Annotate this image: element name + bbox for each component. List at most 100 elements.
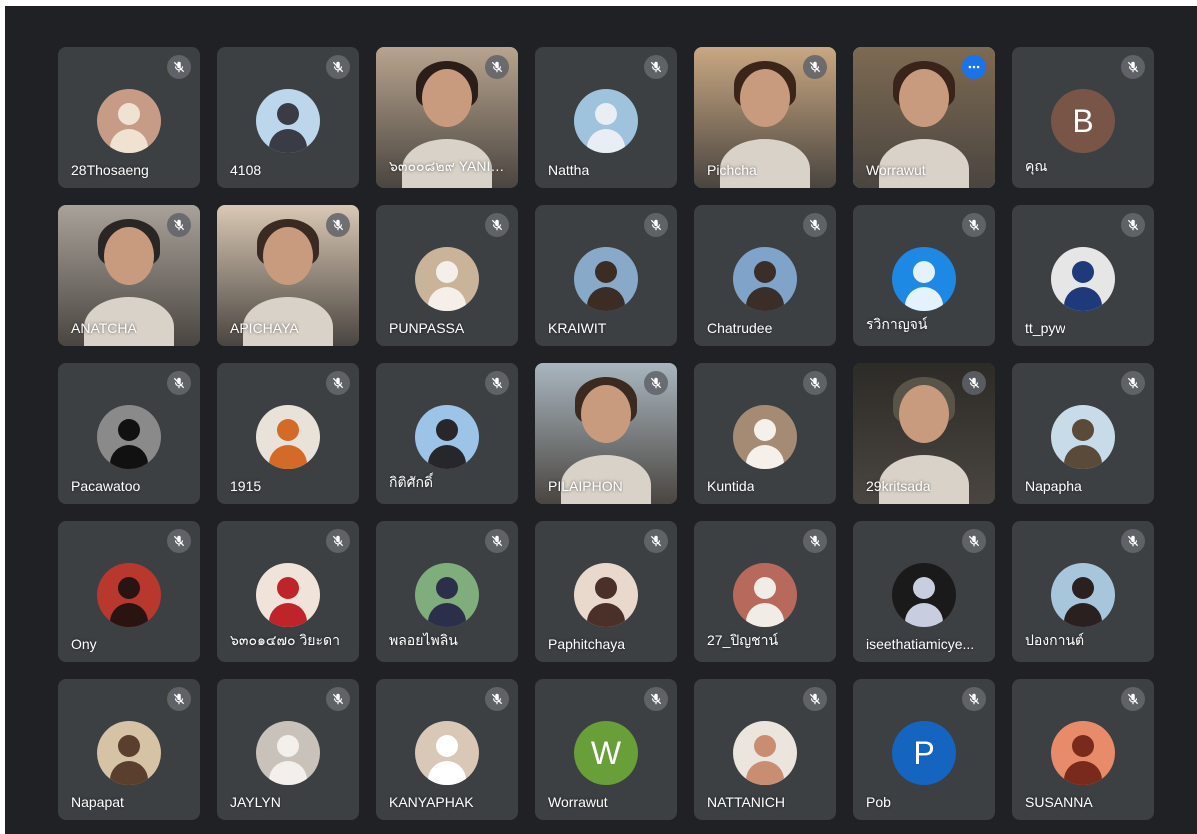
participant-name: JAYLYN [230, 794, 281, 810]
participant-tile[interactable]: Ony [58, 521, 200, 662]
mic-off-icon [650, 377, 662, 389]
participant-name: KANYAPHAK [389, 794, 474, 810]
participant-name: Napapha [1025, 478, 1082, 494]
mic-off-icon [491, 693, 503, 705]
profile-photo-body [269, 445, 307, 469]
avatar [733, 563, 797, 627]
participant-name: PUNPASSA [389, 320, 465, 336]
participant-name: ANATCHA [71, 320, 137, 336]
profile-photo-body [1064, 287, 1102, 311]
muted-indicator [644, 213, 668, 237]
participant-name: NATTANICH [707, 794, 786, 810]
participant-tile[interactable]: Kuntida [694, 363, 836, 504]
participant-tile[interactable]: 4108 [217, 47, 359, 188]
frame-edge-left [0, 0, 5, 834]
participant-tile[interactable]: 27_ปิญชาน์ [694, 521, 836, 662]
avatar: W [574, 721, 638, 785]
participant-tile[interactable]: PILAIPHON [535, 363, 677, 504]
mic-off-icon [332, 219, 344, 231]
mic-off-icon [650, 693, 662, 705]
participant-tile[interactable]: Nattha [535, 47, 677, 188]
participant-tile[interactable]: PUNPASSA [376, 205, 518, 346]
participant-tile[interactable]: Napapha [1012, 363, 1154, 504]
participant-tile[interactable]: 29kritsada [853, 363, 995, 504]
mic-off-icon [1127, 219, 1139, 231]
participant-tile[interactable]: W Worrawut [535, 679, 677, 820]
participant-tile[interactable]: Chatrudee [694, 205, 836, 346]
mic-off-icon [173, 693, 185, 705]
participant-tile[interactable]: tt_pyw [1012, 205, 1154, 346]
participant-tile[interactable]: Paphitchaya [535, 521, 677, 662]
mic-off-icon [332, 693, 344, 705]
participant-tile[interactable]: P Pob [853, 679, 995, 820]
participant-tile[interactable]: Worrawut [853, 47, 995, 188]
profile-photo [118, 103, 140, 125]
avatar [1051, 405, 1115, 469]
participant-tile[interactable]: KRAIWIT [535, 205, 677, 346]
profile-photo [595, 103, 617, 125]
participant-tile[interactable]: ๖๓๐๐๘๒๙ YANISA [376, 47, 518, 188]
muted-indicator [485, 687, 509, 711]
participant-tile[interactable]: กิติศักดิ์ [376, 363, 518, 504]
participant-tile[interactable]: JAYLYN [217, 679, 359, 820]
mic-off-icon [173, 535, 185, 547]
mic-off-icon [491, 377, 503, 389]
avatar [574, 247, 638, 311]
more-options-button[interactable] [962, 55, 986, 79]
participant-tile[interactable]: Napapat [58, 679, 200, 820]
avatar [574, 563, 638, 627]
avatar [1051, 721, 1115, 785]
profile-photo [118, 577, 140, 599]
participant-tile[interactable]: iseethatiamicye... [853, 521, 995, 662]
participant-tile[interactable]: ๖๓๐๑๔๗๐ วิยะดา [217, 521, 359, 662]
participant-tile[interactable]: SUSANNA [1012, 679, 1154, 820]
profile-photo [277, 735, 299, 757]
participant-tile[interactable]: 1915 [217, 363, 359, 504]
mic-off-icon [968, 535, 980, 547]
participant-tile[interactable]: รวิกาญจน์ [853, 205, 995, 346]
avatar-initial: B [1072, 102, 1094, 139]
profile-photo-body [269, 603, 307, 627]
participant-name: รวิกาญจน์ [866, 316, 928, 332]
participant-name: iseethatiamicye... [866, 636, 975, 652]
mic-off-icon [1127, 377, 1139, 389]
mic-off-icon [650, 61, 662, 73]
participant-tile[interactable]: Pacawatoo [58, 363, 200, 504]
participant-tile[interactable]: พลอยไพลิน [376, 521, 518, 662]
muted-indicator [326, 371, 350, 395]
participant-tile[interactable]: ANATCHA [58, 205, 200, 346]
participant-name: SUSANNA [1025, 794, 1093, 810]
participant-name: Worrawut [866, 162, 926, 178]
participant-tile[interactable]: ปองกานต์ [1012, 521, 1154, 662]
mic-off-icon [968, 693, 980, 705]
avatar [415, 247, 479, 311]
avatar [97, 563, 161, 627]
profile-photo-body [428, 287, 466, 311]
avatar [733, 721, 797, 785]
profile-photo [277, 419, 299, 441]
participant-tile[interactable]: KANYAPHAK [376, 679, 518, 820]
participant-tile[interactable]: APICHAYA [217, 205, 359, 346]
mic-off-icon [1127, 61, 1139, 73]
participant-tile[interactable]: B คุณ [1012, 47, 1154, 188]
participant-name: KRAIWIT [548, 320, 607, 336]
participant-name: 29kritsada [866, 478, 931, 494]
muted-indicator [803, 55, 827, 79]
muted-indicator [326, 529, 350, 553]
profile-photo [277, 103, 299, 125]
participant-name: 27_ปิญชาน์ [707, 632, 779, 648]
participant-name: 28Thosaeng [71, 162, 149, 178]
participant-name: 4108 [230, 162, 262, 178]
participant-tile[interactable]: 28Thosaeng [58, 47, 200, 188]
profile-photo-body [746, 445, 784, 469]
profile-photo-body [110, 603, 148, 627]
avatar: B [1051, 89, 1115, 153]
mic-off-icon [491, 535, 503, 547]
muted-indicator [167, 55, 191, 79]
participant-name: Worrawut [548, 794, 608, 810]
participant-tile[interactable]: NATTANICH [694, 679, 836, 820]
avatar [892, 563, 956, 627]
mic-off-icon [1127, 535, 1139, 547]
participant-tile[interactable]: Pichcha [694, 47, 836, 188]
mic-off-icon [968, 377, 980, 389]
